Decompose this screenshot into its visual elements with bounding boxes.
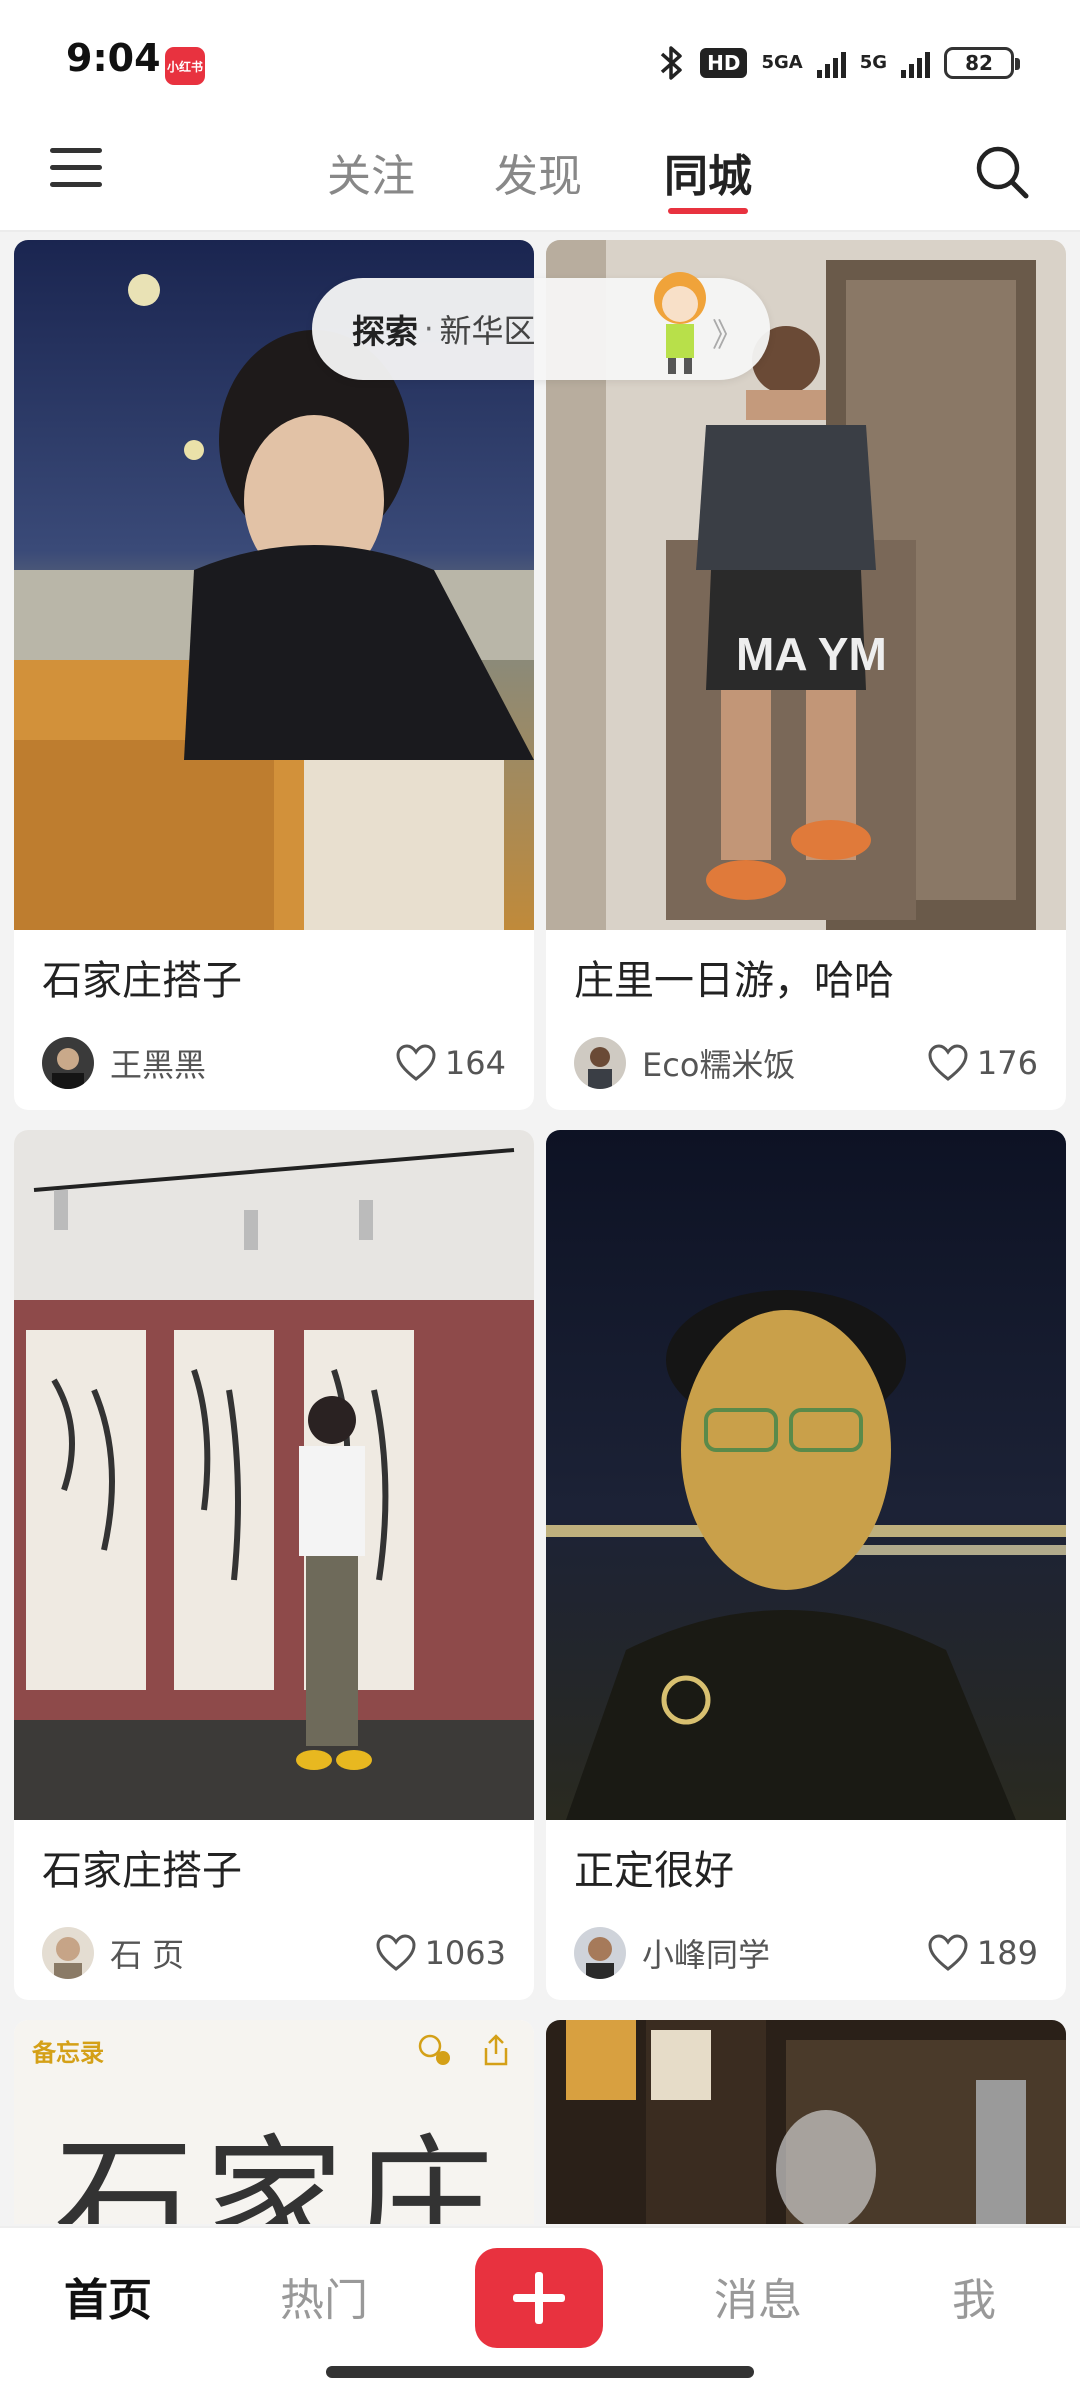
active-tab-indicator xyxy=(668,208,748,214)
note-card[interactable]: 石家庄搭子 石 页 1063 xyxy=(14,1130,534,2000)
note-card[interactable]: 正定很好 小峰同学 189 xyxy=(546,1130,1066,2000)
mascot-icon xyxy=(654,272,706,374)
top-navigation: 关注 发现 同城 xyxy=(0,120,1080,232)
like-count: 1063 xyxy=(424,1934,506,1972)
nav-trending[interactable]: 热门 xyxy=(254,2264,394,2328)
author-name[interactable]: 王黑黑 xyxy=(110,1040,395,1086)
tab-local[interactable]: 同城 xyxy=(643,140,773,204)
note-meta: 王黑黑 164 xyxy=(14,1030,534,1110)
screen: 9:04 小红书 HD 5GA 5G 82 关注 发现 同城 石家庄搭子 王黑黑… xyxy=(0,0,1080,2400)
nav-home[interactable]: 首页 xyxy=(38,2264,178,2328)
memo-back-label: 备忘录 xyxy=(32,2038,104,2067)
home-indicator[interactable] xyxy=(326,2366,754,2378)
note-meta: 小峰同学 189 xyxy=(546,1920,1066,2000)
author-name[interactable]: 石 页 xyxy=(110,1930,375,1976)
signal-strength-icon xyxy=(816,48,846,78)
status-indicators: HD 5GA 5G 82 xyxy=(658,44,1020,82)
note-meta: Eco糯米饭 176 xyxy=(546,1030,1066,1110)
feed-grid: 石家庄搭子 王黑黑 164 MA YM 庄里一日游，哈哈 Eco糯米饭 176 … xyxy=(0,234,1080,2224)
heart-icon xyxy=(928,1934,968,1971)
avatar[interactable] xyxy=(574,1037,626,1089)
network-type-2: 5G xyxy=(859,52,887,73)
avatar[interactable] xyxy=(42,1037,94,1089)
like-count: 164 xyxy=(444,1044,506,1082)
battery-level: 82 xyxy=(965,51,993,75)
tab-follow[interactable]: 关注 xyxy=(306,140,436,204)
author-name[interactable]: 小峰同学 xyxy=(642,1930,927,1976)
hd-voice-badge: HD xyxy=(700,48,748,78)
avatar[interactable] xyxy=(574,1927,626,1979)
note-cover-image xyxy=(546,2020,1066,2224)
memo-header: 备忘录 xyxy=(14,2020,534,2080)
nav-messages[interactable]: 消息 xyxy=(688,2264,828,2328)
tab-discover[interactable]: 发现 xyxy=(473,140,603,204)
share-icon xyxy=(484,2034,508,2066)
like-button[interactable]: 164 xyxy=(395,1044,506,1082)
add-person-icon xyxy=(418,2034,450,2065)
feed-tabs: 关注 发现 同城 xyxy=(0,120,1080,232)
author-name[interactable]: Eco糯米饭 xyxy=(642,1040,927,1086)
svg-text:MA YM: MA YM xyxy=(736,628,887,680)
note-title: 石家庄搭子 xyxy=(42,1848,242,1894)
like-count: 189 xyxy=(976,1934,1038,1972)
heart-icon xyxy=(396,1044,436,1081)
note-meta: 石 页 1063 xyxy=(14,1920,534,2000)
explore-label: 探索 xyxy=(352,312,418,351)
note-card[interactable]: 备忘录 石家庄 xyxy=(14,2020,534,2224)
explore-location: 新华区 xyxy=(439,312,536,350)
note-cover-image xyxy=(546,1130,1066,1820)
note-cover-image xyxy=(14,1130,534,1820)
memo-handwriting: 石家庄 xyxy=(54,2122,505,2224)
bluetooth-icon xyxy=(660,46,682,80)
note-cover-image: 备忘录 石家庄 xyxy=(14,2020,534,2224)
note-card[interactable] xyxy=(546,2020,1066,2224)
network-type-1: 5GA xyxy=(761,52,803,73)
heart-icon xyxy=(928,1044,968,1081)
note-title: 石家庄搭子 xyxy=(42,958,242,1004)
avatar[interactable] xyxy=(42,1927,94,1979)
heart-icon xyxy=(376,1934,416,1971)
like-count: 176 xyxy=(976,1044,1038,1082)
explore-location-pill[interactable]: 探索 · 新华区 》 xyxy=(312,272,770,380)
search-icon[interactable] xyxy=(974,144,1030,200)
app-notification-icon: 小红书 xyxy=(165,47,205,85)
explore-arrow-icon: 》 xyxy=(711,316,744,354)
create-post-button[interactable] xyxy=(475,2248,603,2348)
like-button[interactable]: 176 xyxy=(927,1044,1038,1082)
signal-strength-icon-2 xyxy=(901,48,930,78)
battery-indicator: 82 xyxy=(944,47,1020,79)
nav-profile[interactable]: 我 xyxy=(904,2264,1044,2328)
explore-separator: · xyxy=(424,311,434,347)
like-button[interactable]: 189 xyxy=(927,1934,1038,1972)
note-title: 正定很好 xyxy=(574,1848,734,1894)
like-button[interactable]: 1063 xyxy=(375,1934,506,1972)
status-time: 9:04 xyxy=(66,36,161,80)
note-title: 庄里一日游，哈哈 xyxy=(574,958,894,1004)
status-bar: 9:04 小红书 HD 5GA 5G 82 xyxy=(0,0,1080,120)
